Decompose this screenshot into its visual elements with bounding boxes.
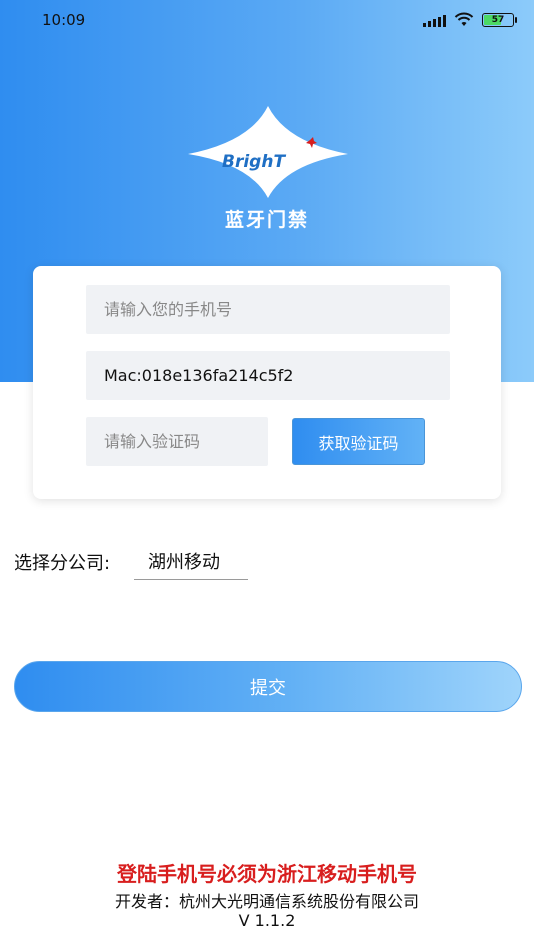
signal-icon (423, 13, 446, 27)
status-icons: 57 (423, 11, 517, 29)
branch-label: 选择分公司: (14, 553, 111, 574)
phone-input[interactable] (86, 285, 450, 334)
verification-code-input[interactable] (86, 417, 268, 466)
phone-notice: 登陆手机号必须为浙江移动手机号 (117, 862, 417, 886)
status-time: 10:09 (42, 11, 86, 29)
branch-select[interactable]: 湖州移动 (134, 542, 248, 580)
get-code-button[interactable]: 获取验证码 (292, 418, 425, 465)
app-title: 蓝牙门禁 (224, 209, 309, 231)
battery-level: 57 (491, 15, 505, 25)
mac-address-field[interactable] (86, 351, 450, 400)
branch-selected-value: 湖州移动 (148, 551, 220, 573)
app-version: V 1.1.2 (238, 911, 296, 930)
battery-icon: 57 (482, 13, 517, 27)
wifi-icon (454, 12, 474, 26)
login-card: 获取验证码 (33, 266, 501, 499)
status-bar: 10:09 57 (0, 0, 534, 40)
submit-button[interactable]: 提交 (14, 661, 522, 712)
brand-logo: BrighT (188, 106, 348, 198)
developer-info: 开发者：杭州大光明通信系统股份有限公司 (114, 892, 419, 911)
logo-text: BrighT (222, 152, 286, 172)
